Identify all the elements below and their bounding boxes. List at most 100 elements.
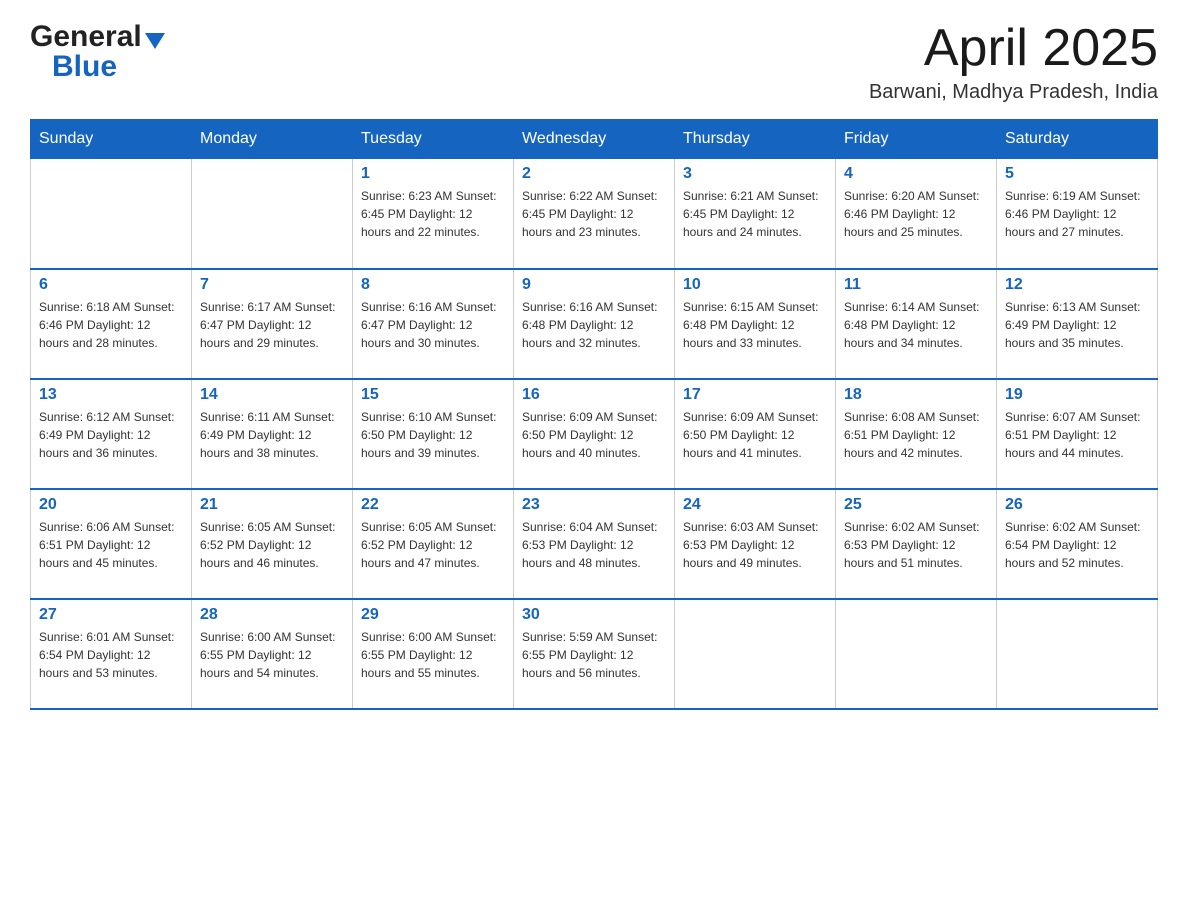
day-info: Sunrise: 6:21 AM Sunset: 6:45 PM Dayligh… <box>683 187 827 241</box>
day-number: 27 <box>39 606 183 624</box>
calendar-cell <box>997 599 1158 709</box>
calendar-header-day: Saturday <box>997 120 1158 159</box>
day-info: Sunrise: 6:01 AM Sunset: 6:54 PM Dayligh… <box>39 628 183 682</box>
calendar-cell: 13 Sunrise: 6:12 AM Sunset: 6:49 PM Dayli… <box>31 379 192 489</box>
logo-blue-text: Blue <box>52 50 117 84</box>
calendar-cell: 10 Sunrise: 6:15 AM Sunset: 6:48 PM Dayli… <box>675 269 836 379</box>
day-number: 28 <box>200 606 344 624</box>
day-number: 8 <box>361 276 505 294</box>
day-number: 23 <box>522 496 666 514</box>
day-info: Sunrise: 6:05 AM Sunset: 6:52 PM Dayligh… <box>200 518 344 572</box>
day-number: 18 <box>844 386 988 404</box>
logo-general-text: General <box>30 20 142 54</box>
day-info: Sunrise: 6:15 AM Sunset: 6:48 PM Dayligh… <box>683 298 827 352</box>
calendar-header-day: Thursday <box>675 120 836 159</box>
day-number: 21 <box>200 496 344 514</box>
day-info: Sunrise: 6:00 AM Sunset: 6:55 PM Dayligh… <box>200 628 344 682</box>
day-info: Sunrise: 6:05 AM Sunset: 6:52 PM Dayligh… <box>361 518 505 572</box>
day-number: 4 <box>844 165 988 183</box>
day-info: Sunrise: 6:22 AM Sunset: 6:45 PM Dayligh… <box>522 187 666 241</box>
calendar-week-row: 20Sunrise: 6:06 AM Sunset: 6:51 PM Dayli… <box>31 489 1158 599</box>
calendar-cell <box>31 159 192 269</box>
calendar-header-day: Monday <box>192 120 353 159</box>
day-info: Sunrise: 6:16 AM Sunset: 6:48 PM Dayligh… <box>522 298 666 352</box>
day-number: 15 <box>361 386 505 404</box>
calendar-cell: 21 Sunrise: 6:05 AM Sunset: 6:52 PM Dayli… <box>192 489 353 599</box>
day-number: 16 <box>522 386 666 404</box>
calendar-cell: 26 Sunrise: 6:02 AM Sunset: 6:54 PM Dayli… <box>997 489 1158 599</box>
day-number: 11 <box>844 276 988 294</box>
calendar-week-row: 27 Sunrise: 6:01 AM Sunset: 6:54 PM Dayli… <box>31 599 1158 709</box>
day-number: 14 <box>200 386 344 404</box>
calendar-cell: 3Sunrise: 6:21 AM Sunset: 6:45 PM Daylig… <box>675 159 836 269</box>
day-info: Sunrise: 6:20 AM Sunset: 6:46 PM Dayligh… <box>844 187 988 241</box>
day-info: Sunrise: 6:11 AM Sunset: 6:49 PM Dayligh… <box>200 408 344 462</box>
day-info: Sunrise: 6:17 AM Sunset: 6:47 PM Dayligh… <box>200 298 344 352</box>
calendar-cell: 11Sunrise: 6:14 AM Sunset: 6:48 PM Dayli… <box>836 269 997 379</box>
day-number: 26 <box>1005 496 1149 514</box>
calendar-cell <box>675 599 836 709</box>
calendar-cell: 23 Sunrise: 6:04 AM Sunset: 6:53 PM Dayli… <box>514 489 675 599</box>
day-info: Sunrise: 6:10 AM Sunset: 6:50 PM Dayligh… <box>361 408 505 462</box>
calendar-cell: 28 Sunrise: 6:00 AM Sunset: 6:55 PM Dayli… <box>192 599 353 709</box>
calendar-header-day: Wednesday <box>514 120 675 159</box>
calendar-cell: 30Sunrise: 5:59 AM Sunset: 6:55 PM Dayli… <box>514 599 675 709</box>
day-info: Sunrise: 6:02 AM Sunset: 6:54 PM Dayligh… <box>1005 518 1149 572</box>
day-number: 29 <box>361 606 505 624</box>
calendar-cell: 14 Sunrise: 6:11 AM Sunset: 6:49 PM Dayli… <box>192 379 353 489</box>
day-number: 2 <box>522 165 666 183</box>
day-info: Sunrise: 6:07 AM Sunset: 6:51 PM Dayligh… <box>1005 408 1149 462</box>
day-number: 20 <box>39 496 183 514</box>
day-number: 19 <box>1005 386 1149 404</box>
title-area: April 2025 Barwani, Madhya Pradesh, Indi… <box>869 20 1158 104</box>
day-info: Sunrise: 6:00 AM Sunset: 6:55 PM Dayligh… <box>361 628 505 682</box>
page-header: General Blue April 2025 Barwani, Madhya … <box>30 20 1158 104</box>
day-number: 10 <box>683 276 827 294</box>
calendar-cell <box>836 599 997 709</box>
calendar-cell: 15 Sunrise: 6:10 AM Sunset: 6:50 PM Dayli… <box>353 379 514 489</box>
calendar-header-day: Tuesday <box>353 120 514 159</box>
logo: General Blue <box>30 20 165 84</box>
calendar-week-row: 6Sunrise: 6:18 AM Sunset: 6:46 PM Daylig… <box>31 269 1158 379</box>
day-number: 9 <box>522 276 666 294</box>
day-info: Sunrise: 6:09 AM Sunset: 6:50 PM Dayligh… <box>522 408 666 462</box>
calendar-week-row: 13 Sunrise: 6:12 AM Sunset: 6:49 PM Dayli… <box>31 379 1158 489</box>
calendar-cell: 19 Sunrise: 6:07 AM Sunset: 6:51 PM Dayli… <box>997 379 1158 489</box>
calendar-header-day: Sunday <box>31 120 192 159</box>
calendar-cell: 5 Sunrise: 6:19 AM Sunset: 6:46 PM Daylig… <box>997 159 1158 269</box>
day-info: Sunrise: 6:04 AM Sunset: 6:53 PM Dayligh… <box>522 518 666 572</box>
day-info: Sunrise: 6:08 AM Sunset: 6:51 PM Dayligh… <box>844 408 988 462</box>
day-info: Sunrise: 6:02 AM Sunset: 6:53 PM Dayligh… <box>844 518 988 572</box>
calendar-cell: 7 Sunrise: 6:17 AM Sunset: 6:47 PM Daylig… <box>192 269 353 379</box>
day-info: Sunrise: 6:16 AM Sunset: 6:47 PM Dayligh… <box>361 298 505 352</box>
logo-arrow-icon <box>145 33 165 49</box>
day-info: Sunrise: 6:09 AM Sunset: 6:50 PM Dayligh… <box>683 408 827 462</box>
day-number: 7 <box>200 276 344 294</box>
month-title: April 2025 <box>869 20 1158 77</box>
calendar-header: SundayMondayTuesdayWednesdayThursdayFrid… <box>31 120 1158 159</box>
calendar-cell <box>192 159 353 269</box>
location-subtitle: Barwani, Madhya Pradesh, India <box>869 81 1158 104</box>
calendar-cell: 17 Sunrise: 6:09 AM Sunset: 6:50 PM Dayli… <box>675 379 836 489</box>
calendar-cell: 4 Sunrise: 6:20 AM Sunset: 6:46 PM Daylig… <box>836 159 997 269</box>
day-number: 12 <box>1005 276 1149 294</box>
calendar-table: SundayMondayTuesdayWednesdayThursdayFrid… <box>30 119 1158 710</box>
calendar-body: 1Sunrise: 6:23 AM Sunset: 6:45 PM Daylig… <box>31 159 1158 709</box>
day-number: 13 <box>39 386 183 404</box>
calendar-cell: 9 Sunrise: 6:16 AM Sunset: 6:48 PM Daylig… <box>514 269 675 379</box>
calendar-cell: 25 Sunrise: 6:02 AM Sunset: 6:53 PM Dayli… <box>836 489 997 599</box>
day-number: 17 <box>683 386 827 404</box>
calendar-cell: 1Sunrise: 6:23 AM Sunset: 6:45 PM Daylig… <box>353 159 514 269</box>
day-info: Sunrise: 6:23 AM Sunset: 6:45 PM Dayligh… <box>361 187 505 241</box>
day-number: 5 <box>1005 165 1149 183</box>
day-info: Sunrise: 6:19 AM Sunset: 6:46 PM Dayligh… <box>1005 187 1149 241</box>
calendar-cell: 22Sunrise: 6:05 AM Sunset: 6:52 PM Dayli… <box>353 489 514 599</box>
calendar-week-row: 1Sunrise: 6:23 AM Sunset: 6:45 PM Daylig… <box>31 159 1158 269</box>
day-info: Sunrise: 6:12 AM Sunset: 6:49 PM Dayligh… <box>39 408 183 462</box>
calendar-cell: 29 Sunrise: 6:00 AM Sunset: 6:55 PM Dayli… <box>353 599 514 709</box>
calendar-cell: 12Sunrise: 6:13 AM Sunset: 6:49 PM Dayli… <box>997 269 1158 379</box>
day-number: 25 <box>844 496 988 514</box>
calendar-cell: 16 Sunrise: 6:09 AM Sunset: 6:50 PM Dayli… <box>514 379 675 489</box>
calendar-cell: 2 Sunrise: 6:22 AM Sunset: 6:45 PM Daylig… <box>514 159 675 269</box>
day-info: Sunrise: 6:03 AM Sunset: 6:53 PM Dayligh… <box>683 518 827 572</box>
